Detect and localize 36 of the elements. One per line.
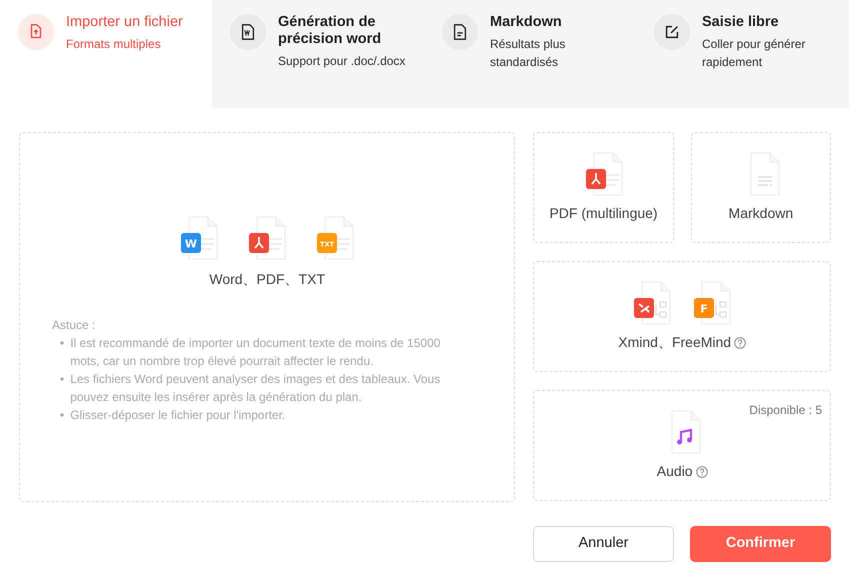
tips-title: Astuce : xyxy=(52,317,96,334)
tab-subtitle: Coller pour générer rapidement xyxy=(702,36,806,71)
cancel-button[interactable]: Annuler xyxy=(533,526,674,562)
format-label: Word、PDF、TXT xyxy=(209,270,325,289)
tab[interactable]: Saisie libre Coller pour générer rapidement xyxy=(636,0,848,108)
tip-text: Glisser-déposer le fichier pour l'importer. xyxy=(70,407,286,424)
tip-text: Il est recommandé de importer un document texte de moins de 15000 mots, car un nombre trop élevé pourrait affecter le rendu. xyxy=(70,335,442,370)
tip-text: Les fichiers Word peuvent analyser des images et des tableaux. Vous pouvez ensuite les insérer après la génération du plan. xyxy=(70,371,442,406)
card-label: Markdown xyxy=(728,204,794,223)
format-card[interactable]: Markdown xyxy=(690,132,831,243)
word-document-icon xyxy=(239,23,257,41)
tab-title: Génération de précision word xyxy=(278,14,382,48)
card-label: Xmind、FreeMind xyxy=(618,333,732,352)
format-card[interactable]: Disponible : 5 Audio xyxy=(533,390,831,501)
bullet: • xyxy=(60,335,64,352)
help-icon[interactable] xyxy=(734,336,746,348)
tab[interactable]: Importer un fichier Formats multiples xyxy=(0,0,212,108)
tab[interactable]: Génération de précision word Support pour .doc/.docx xyxy=(212,0,424,108)
drop-zone[interactable] xyxy=(19,132,516,502)
format-card[interactable]: PDF (multilingue) xyxy=(533,132,674,243)
card-label: PDF (multilingue) xyxy=(549,204,658,223)
edit-icon xyxy=(663,23,681,41)
bullet: • xyxy=(60,371,64,388)
bullet: • xyxy=(60,407,64,424)
tab-subtitle: Support pour .doc/.docx xyxy=(278,53,406,70)
format-card[interactable]: F Xmind、FreeMind xyxy=(533,261,831,372)
document-icon xyxy=(451,23,469,41)
tab-subtitle: Résultats plus standardisés xyxy=(490,36,566,71)
tab-title: Saisie libre xyxy=(702,14,780,31)
quota-text: Disponible : 5 xyxy=(749,402,822,419)
tab[interactable]: Markdown Résultats plus standardisés xyxy=(424,0,636,108)
tab-title: Markdown xyxy=(490,14,563,31)
card-label: Audio xyxy=(656,462,693,481)
help-icon[interactable] xyxy=(696,466,708,478)
tab-subtitle: Formats multiples xyxy=(66,36,162,53)
tab-title: Importer un fichier xyxy=(66,14,184,31)
